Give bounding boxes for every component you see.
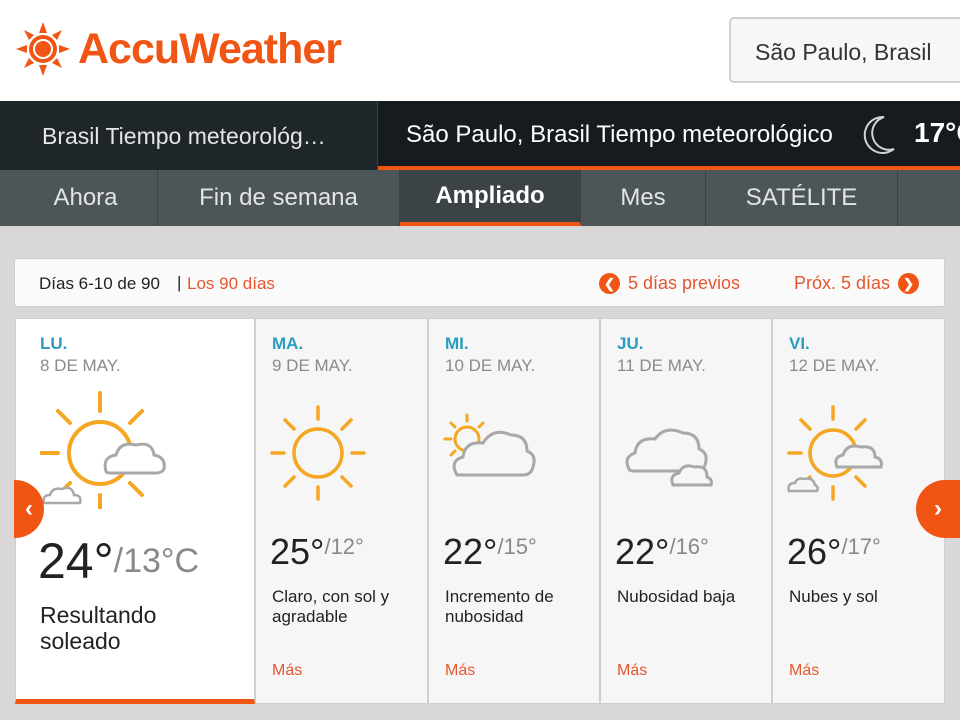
location-search-input[interactable]: São Paulo, Brasil <box>729 17 960 83</box>
chevron-right-icon: › <box>934 495 942 522</box>
forecast-phrase: Resultando soleado <box>40 602 157 654</box>
high-temp: 22° <box>443 531 498 572</box>
day-date: 9 DE MAY. <box>272 356 353 375</box>
region-weather-label: Brasil Tiempo meteorológ… <box>42 123 326 149</box>
link-90-days[interactable]: Los 90 días <box>187 274 275 294</box>
day-date: 11 DE MAY. <box>617 356 706 375</box>
location-bar: Brasil Tiempo meteorológ… São Paulo, Bra… <box>0 101 960 170</box>
moon-icon <box>863 115 895 154</box>
more-link[interactable]: Más <box>617 662 647 680</box>
brand-name: AccuWeather <box>78 25 342 73</box>
low-temp: /15° <box>497 534 537 559</box>
high-low-temperature: 25°/12° <box>270 531 364 573</box>
current-location-label: São Paulo, Brasil Tiempo meteorológico <box>406 121 833 148</box>
arrow-left-icon: ❮ <box>599 273 620 294</box>
day-of-week: MA. <box>272 334 304 353</box>
day-of-week: MI. <box>445 334 469 353</box>
more-link[interactable]: Más <box>445 662 475 680</box>
sun-cloud-icon <box>787 405 883 501</box>
day-date: 12 DE MAY. <box>789 356 880 375</box>
sun-icon <box>270 405 366 501</box>
current-temperature: 17°C <box>914 117 960 148</box>
previous-5-days-label: 5 días previos <box>628 273 741 293</box>
low-temp: /16° <box>669 534 709 559</box>
forecast-day-card[interactable]: MI. 10 DE MAY. 22°/15° Incremento de nub… <box>428 318 600 704</box>
high-temp: 26° <box>787 531 842 572</box>
day-of-week: VI. <box>789 334 810 353</box>
high-temp: 25° <box>270 531 325 572</box>
days-range-label: Días 6-10 de 90 <box>39 274 160 293</box>
arrow-right-icon: ❯ <box>898 273 920 294</box>
range-separator: | <box>177 273 182 292</box>
cloud-icon <box>625 428 713 487</box>
small-cloud-icon <box>42 486 82 505</box>
high-low-temperature: 22°/15° <box>443 531 537 573</box>
location-value: São Paulo, Brasil <box>755 39 932 65</box>
tab-ampliado[interactable]: Ampliado <box>400 170 581 226</box>
high-temp: 24° <box>38 533 114 589</box>
site-header: AccuWeather São Paulo, Brasil <box>0 0 960 101</box>
forecast-day-card[interactable]: MA. 9 DE MAY. 25°/12° Claro, con sol y a… <box>255 318 428 704</box>
tab-ahora[interactable]: Ahora <box>14 170 158 226</box>
sun-logo-icon <box>16 22 70 76</box>
more-link[interactable]: Más <box>272 662 302 680</box>
low-temp: /13°C <box>113 542 200 580</box>
forecast-phrase: Incremento de nubosidad <box>445 587 554 626</box>
day-of-week: JU. <box>617 334 644 353</box>
forecast-phrase: Nubosidad baja <box>617 587 736 606</box>
tab-satelite[interactable]: SATÉLITE <box>706 170 898 226</box>
cloud-sun-icon <box>443 413 536 477</box>
current-location-link[interactable]: São Paulo, Brasil Tiempo meteorológico 1… <box>378 101 960 170</box>
low-temp: /17° <box>841 534 881 559</box>
previous-5-days-button[interactable]: ❮ 5 días previos <box>599 273 740 294</box>
day-date: 10 DE MAY. <box>445 356 536 375</box>
chevron-left-icon: ‹ <box>25 495 33 522</box>
day-of-week: LU. <box>40 334 68 353</box>
forecast-phrase: Nubes y sol <box>789 587 878 606</box>
high-low-temperature: 24°/13°C <box>38 532 199 590</box>
more-link[interactable]: Más <box>789 662 819 680</box>
next-5-days-label: Próx. 5 días <box>794 273 891 293</box>
date-range-bar: Días 6-10 de 90 | Los 90 días ❮ 5 días p… <box>14 258 945 307</box>
low-temp: /12° <box>324 534 364 559</box>
region-weather-link[interactable]: Brasil Tiempo meteorológ… <box>14 101 378 170</box>
high-temp: 22° <box>615 531 670 572</box>
forecast-phrase: Claro, con sol y agradable <box>272 587 390 626</box>
accuweather-logo[interactable]: AccuWeather <box>16 22 342 76</box>
forecast-tabs: Ahora Fin de semana Ampliado Mes SATÉLIT… <box>0 170 960 226</box>
day-date: 8 DE MAY. <box>40 356 121 375</box>
tab-mes[interactable]: Mes <box>581 170 706 226</box>
high-low-temperature: 26°/17° <box>787 531 881 573</box>
forecast-day-card[interactable]: LU. 8 DE MAY. 24°/13°C Resultando solead… <box>15 318 255 704</box>
tab-fin-de-semana[interactable]: Fin de semana <box>158 170 400 226</box>
next-5-days-button[interactable]: Próx. 5 días ❯ <box>794 273 920 294</box>
forecast-day-card[interactable]: JU. 11 DE MAY. 22°/16° Nubosidad baja Má… <box>600 318 772 704</box>
high-low-temperature: 22°/16° <box>615 531 709 573</box>
